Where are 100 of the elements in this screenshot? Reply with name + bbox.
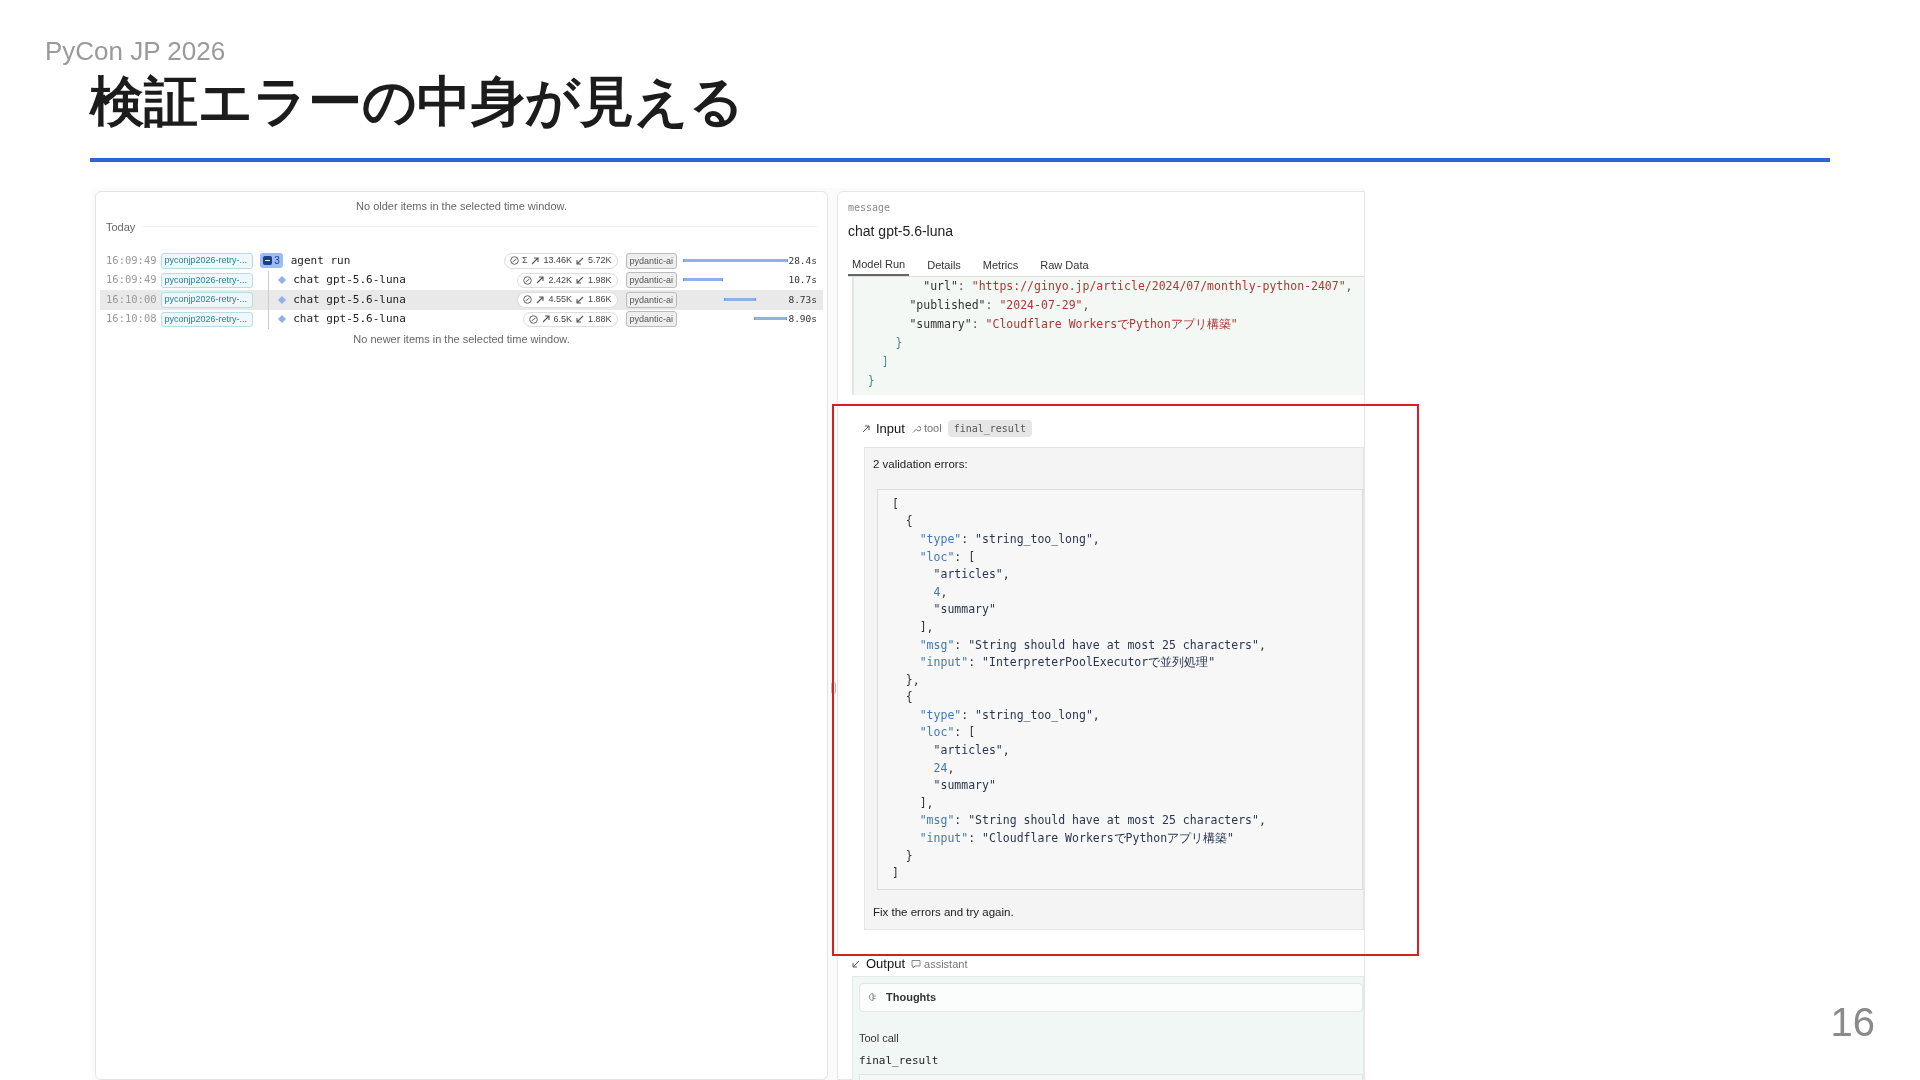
service-tag: pydantic-ai: [625, 272, 678, 289]
span-title: chat gpt-5.6-luna: [848, 222, 955, 241]
timeline-bar: [753, 317, 787, 321]
arrow-down-left-icon: [575, 275, 585, 286]
span-name: chat gpt-5.6-luna: [293, 311, 406, 327]
tab[interactable]: Model Run: [848, 256, 910, 276]
code-line: "loc": [: [918, 548, 977, 566]
timestamp: 16:10:00: [106, 291, 158, 307]
input-tokens: 2.42K: [548, 273, 572, 287]
timestamp: 16:10:08: [106, 311, 158, 327]
diamond-icon: [278, 276, 287, 285]
arrow-down-left-icon: [575, 255, 585, 266]
newer-items-notice: No newer items in the selected time window.: [352, 332, 571, 347]
duration: 28.4s: [788, 253, 817, 268]
code-line: "summary": [932, 601, 997, 619]
coin-icon: [523, 275, 533, 285]
span-name: chat gpt-5.6-luna: [293, 272, 406, 288]
tab[interactable]: Details: [923, 256, 965, 276]
arrow-up-right-icon: [540, 314, 551, 325]
code-line: ],: [918, 618, 935, 636]
coin-icon: [523, 295, 533, 305]
code-line: "input": "Cloudflare WorkersでPythonアプリ構築": [918, 830, 1236, 848]
code-line: "type": "string_too_long",: [918, 530, 1101, 548]
duration: 8.73s: [788, 292, 817, 307]
code-line: }: [894, 334, 904, 352]
arrow-up-right-icon: [535, 294, 546, 305]
arrow-down-left-icon: [575, 314, 585, 325]
code-line: "articles",: [932, 566, 1011, 584]
thoughts-toggle[interactable]: Thoughts: [859, 983, 1363, 1012]
output-tokens: 1.86K: [588, 293, 612, 306]
tool-call-name: final_result: [859, 1053, 940, 1070]
duration: 10.7s: [788, 273, 817, 288]
trace-tag: pyconjp2026-retry-...: [160, 272, 254, 288]
role-label: assistant: [924, 956, 968, 972]
diamond-icon: [278, 295, 287, 304]
timestamp: 16:09:49: [106, 252, 158, 268]
code-line: 24,: [932, 759, 956, 777]
code-line: }: [866, 372, 876, 390]
trace-tag: pyconjp2026-retry-...: [160, 292, 254, 308]
code-line: "url": "https://ginyo.jp/article/2024/07/monthly-python-2407",: [922, 277, 1354, 295]
code-line: ]: [880, 353, 890, 371]
duration: 8.90s: [788, 312, 817, 327]
code-line: 4,: [932, 583, 949, 601]
code-line: ]: [892, 865, 900, 883]
code-line: "loc": [: [918, 724, 977, 742]
service-tag: pydantic-ai: [625, 311, 678, 328]
span-name: chat gpt-5.6-luna: [293, 291, 406, 308]
code-line: ],: [918, 794, 935, 812]
code-line: "summary": [932, 777, 997, 795]
trace-row[interactable]: 16:09:49 pyconjp2026-retry-... 3 agent run Σ 13.46K 5.72K pydantic-ai 28.4s: [100, 251, 823, 271]
output-tokens: 1.88K: [588, 312, 612, 326]
timeline-bar: [723, 297, 757, 301]
code-line: "articles",: [932, 742, 1011, 760]
code-line: "msg": "String should have at most 25 characters",: [918, 812, 1267, 830]
code-line: {: [904, 513, 914, 531]
conference-name: PyCon JP 2026: [45, 35, 226, 68]
older-items-notice: No older items in the selected time window.: [355, 199, 568, 214]
page-number: 16: [1830, 999, 1875, 1046]
span-type-label: message: [848, 201, 892, 215]
code-line: }: [904, 847, 914, 865]
timestamp: 16:09:49: [106, 272, 158, 288]
code-line: "input": "InterpreterPoolExecutorで並列処理": [918, 654, 1217, 672]
section-heading: Output: [866, 955, 906, 974]
service-tag: pydantic-ai: [625, 291, 678, 308]
code-line: [: [892, 495, 900, 513]
timeline-bar: [683, 278, 723, 282]
role-label: tool: [923, 421, 942, 437]
output-tokens: 5.72K: [588, 254, 612, 267]
output-tokens: 1.98K: [588, 273, 612, 287]
trace-row[interactable]: 16:10:08 pyconjp2026-retry-... chat gpt-5.6-luna 6.5K 1.88K pydantic-ai 8.90s: [100, 309, 823, 329]
tool-call-label: Tool call: [859, 1030, 900, 1046]
code-line: "summary": "Cloudflare WorkersでPythonアプリ構築": [908, 315, 1239, 333]
validation-summary: 2 validation errors:: [873, 456, 969, 472]
tab[interactable]: Metrics: [978, 256, 1023, 276]
arrow-down-left-icon: [575, 294, 585, 305]
diamond-icon: [278, 315, 287, 324]
day-label: Today: [106, 219, 136, 235]
arrow-down-left-icon: [852, 960, 860, 969]
trace-tag: pyconjp2026-retry-...: [160, 253, 254, 269]
code-line: "published": "2024-07-29",: [908, 296, 1091, 314]
tool-name-badge: final_result: [947, 420, 1032, 437]
coin-icon: [509, 256, 519, 266]
code-line: },: [904, 671, 921, 689]
tab[interactable]: Raw Data: [1036, 256, 1093, 276]
arrow-up-right-icon: [862, 424, 870, 433]
coin-icon: [528, 314, 538, 324]
collapse-toggle[interactable]: 3: [260, 253, 283, 269]
input-tokens: 6.5K: [553, 312, 572, 326]
section-heading: Input: [876, 419, 905, 438]
input-tokens: 4.55K: [548, 293, 572, 306]
code-line: "type": "string_too_long",: [918, 706, 1101, 724]
span-name: agent run: [290, 252, 351, 269]
code-line: {: [904, 689, 914, 707]
service-tag: pydantic-ai: [625, 252, 678, 269]
code-line: "msg": "String should have at most 25 characters",: [918, 636, 1267, 654]
arrow-up-right-icon: [530, 255, 541, 266]
retry-instruction: Fix the errors and try again.: [873, 904, 1015, 920]
trace-row[interactable]: 16:10:00 pyconjp2026-retry-... chat gpt-5.6-luna 4.55K 1.86K pydantic-ai 8.73s: [100, 290, 823, 310]
sum-symbol: Σ: [521, 254, 528, 267]
slide-title: 検証エラーの中身が見える: [90, 72, 744, 132]
